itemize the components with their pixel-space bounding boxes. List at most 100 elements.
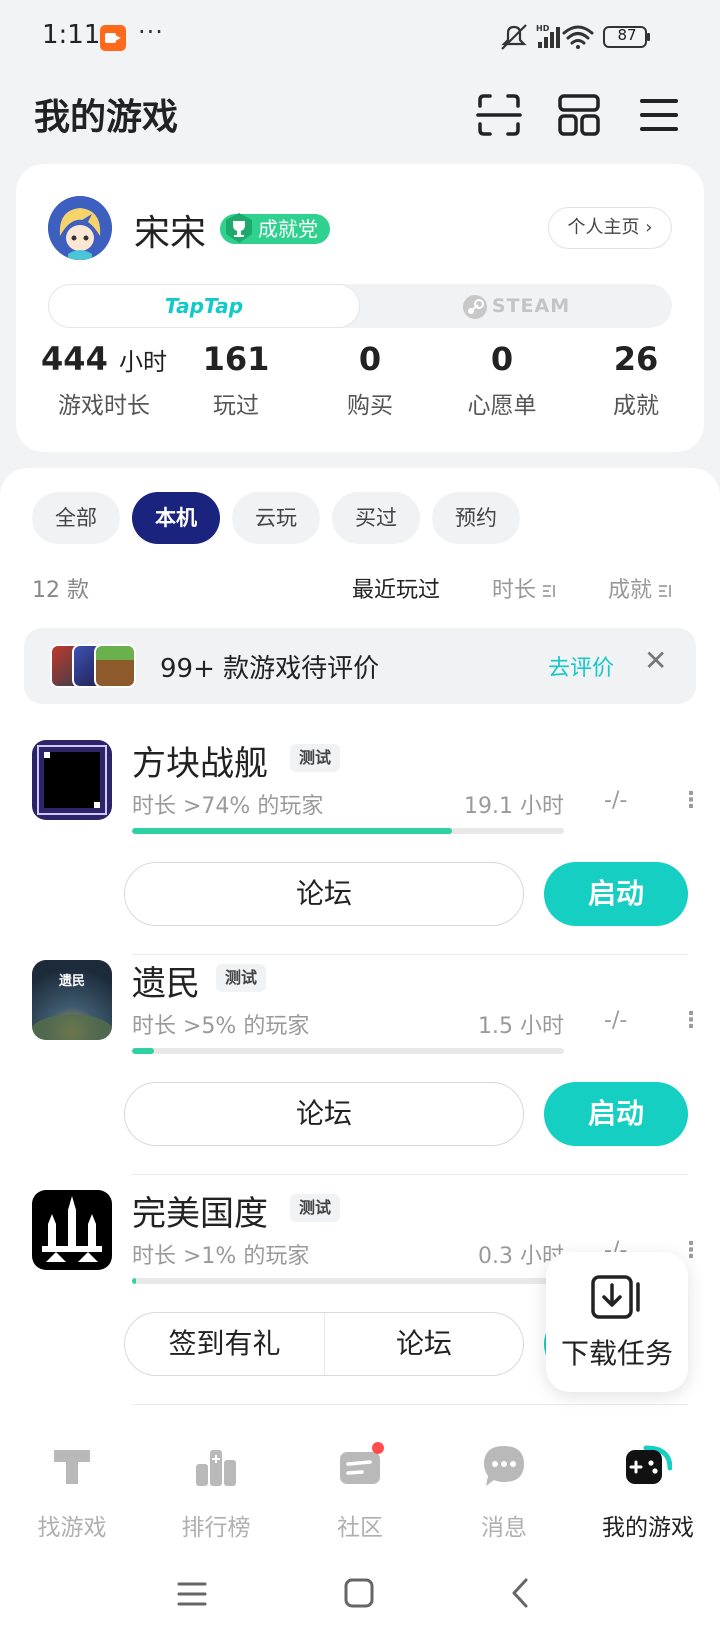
home-icon[interactable] bbox=[342, 1576, 376, 1610]
avatar[interactable] bbox=[48, 196, 112, 260]
steam-icon bbox=[462, 294, 487, 319]
stat-play-time[interactable]: 444 小时 游戏时长 bbox=[36, 340, 172, 420]
nav-label: 我的游戏 bbox=[602, 1515, 694, 1541]
filter-chip-cloud[interactable]: 云玩 bbox=[232, 492, 320, 544]
game-percentile: 时长 >5% 的玩家 bbox=[132, 1014, 310, 1039]
game-item: 方块战舰 测试 时长 >74% 的玩家 19.1 小时 -/- ⋮ 论坛 启动 bbox=[0, 740, 720, 970]
divider bbox=[132, 954, 688, 955]
game-percentile: 时长 >1% 的玩家 bbox=[132, 1244, 310, 1269]
launch-button[interactable]: 启动 bbox=[544, 1082, 688, 1146]
svg-text:HD: HD bbox=[536, 24, 550, 33]
nav-label: 消息 bbox=[481, 1515, 527, 1541]
download-icon bbox=[591, 1275, 640, 1319]
sort-icon bbox=[543, 585, 556, 597]
sort-achievement-label: 成就 bbox=[608, 578, 653, 603]
find-game-icon bbox=[54, 1450, 90, 1484]
game-title[interactable]: 方块战舰 bbox=[132, 736, 268, 785]
trophy-icon bbox=[226, 213, 252, 243]
tab-taptap[interactable]: TapTap bbox=[48, 284, 360, 328]
filter-chip-reserved[interactable]: 预约 bbox=[432, 492, 520, 544]
sort-recent[interactable]: 最近玩过 bbox=[352, 572, 440, 604]
nav-ranking[interactable]: 排行榜 bbox=[144, 1424, 288, 1560]
more-options-icon[interactable]: ⋮ bbox=[680, 788, 702, 813]
checkin-gift-button[interactable]: 签到有礼 bbox=[124, 1312, 324, 1376]
nav-label: 找游戏 bbox=[37, 1515, 107, 1541]
stat-value: 0 bbox=[358, 340, 382, 378]
stat-label: 成就 bbox=[613, 393, 659, 419]
message-icon bbox=[484, 1446, 524, 1486]
game-percentile: 时长 >74% 的玩家 bbox=[132, 794, 324, 819]
game-tag: 测试 bbox=[216, 964, 267, 992]
status-bar: 1:11 ··· HD 87 bbox=[0, 0, 720, 76]
my-games-icon bbox=[626, 1445, 672, 1484]
platform-toggle: TapTap STEAM bbox=[48, 284, 672, 328]
bottom-navigation: 找游戏 排行榜 社区 消息 我的游戏 bbox=[0, 1424, 720, 1560]
game-tag: 测试 bbox=[290, 1194, 341, 1222]
stat-value: 161 bbox=[202, 340, 270, 378]
nav-my-games[interactable]: 我的游戏 bbox=[576, 1424, 720, 1560]
game-icon-text: 遗民 bbox=[58, 974, 85, 989]
go-review-link[interactable]: 去评价 bbox=[548, 650, 614, 682]
nav-label: 社区 bbox=[337, 1515, 383, 1541]
scan-icon[interactable] bbox=[476, 92, 522, 138]
game-hours: 0.3 小时 bbox=[478, 1244, 564, 1269]
playtime-progress-fill bbox=[132, 1278, 137, 1284]
filter-chip-bought[interactable]: 买过 bbox=[332, 492, 420, 544]
stat-unit: 小时 bbox=[118, 348, 167, 376]
playtime-progress bbox=[132, 828, 564, 834]
download-tasks-button[interactable]: 下载任务 bbox=[546, 1252, 688, 1392]
filter-chip-local[interactable]: 本机 bbox=[132, 492, 220, 544]
playtime-progress-fill bbox=[132, 828, 452, 834]
stat-purchased[interactable]: 0 购买 bbox=[310, 340, 430, 420]
game-thumb bbox=[94, 644, 136, 688]
stat-played[interactable]: 161 玩过 bbox=[176, 340, 296, 420]
review-banner-text: 99+ 款游戏待评价 bbox=[160, 654, 380, 684]
game-score: -/- bbox=[604, 788, 628, 813]
filter-chip-all[interactable]: 全部 bbox=[32, 492, 120, 544]
sort-duration-label: 时长 bbox=[492, 578, 537, 603]
achievement-badge[interactable]: 成就党 bbox=[220, 213, 330, 244]
sort-achievement[interactable]: 成就 bbox=[608, 572, 672, 604]
game-title[interactable]: 完美国度 bbox=[132, 1186, 268, 1235]
personal-homepage-button[interactable]: 个人主页 › bbox=[548, 207, 672, 249]
screen-record-icon bbox=[100, 25, 126, 51]
game-icon[interactable] bbox=[32, 740, 112, 820]
mute-icon bbox=[501, 24, 527, 50]
signal-icon: HD bbox=[536, 24, 560, 48]
launch-button[interactable]: 启动 bbox=[544, 862, 688, 926]
sort-duration[interactable]: 时长 bbox=[492, 572, 556, 604]
stat-label: 心愿单 bbox=[467, 393, 537, 419]
review-banner[interactable]: 99+ 款游戏待评价 去评价 ✕ bbox=[24, 628, 696, 704]
nav-community[interactable]: 社区 bbox=[288, 1424, 432, 1560]
recent-apps-icon[interactable] bbox=[176, 1578, 208, 1610]
status-time: 1:11 bbox=[42, 20, 101, 50]
game-score: -/- bbox=[604, 1008, 628, 1033]
stat-label: 玩过 bbox=[213, 393, 259, 419]
tab-steam[interactable]: STEAM bbox=[360, 284, 672, 328]
system-navigation-bar bbox=[0, 1560, 720, 1640]
menu-icon[interactable] bbox=[636, 92, 682, 138]
more-options-icon[interactable]: ⋮ bbox=[680, 1238, 702, 1263]
stat-wishlist[interactable]: 0 心愿单 bbox=[442, 340, 562, 420]
game-title[interactable]: 遗民 bbox=[132, 956, 200, 1005]
stat-value: 444 bbox=[41, 340, 108, 378]
back-icon[interactable] bbox=[506, 1576, 536, 1610]
page-title: 我的游戏 bbox=[34, 97, 179, 138]
forum-button[interactable]: 论坛 bbox=[124, 862, 524, 926]
forum-button[interactable]: 论坛 bbox=[124, 1082, 524, 1146]
sort-icon bbox=[659, 585, 672, 597]
game-hours: 1.5 小时 bbox=[478, 1014, 564, 1039]
library-grid-icon[interactable] bbox=[556, 92, 602, 138]
community-icon bbox=[340, 1442, 384, 1484]
nav-messages[interactable]: 消息 bbox=[432, 1424, 576, 1560]
stat-achievements[interactable]: 26 成就 bbox=[576, 340, 696, 420]
nav-find-game[interactable]: 找游戏 bbox=[0, 1424, 144, 1560]
close-icon[interactable]: ✕ bbox=[644, 644, 667, 677]
game-hours: 19.1 小时 bbox=[464, 794, 564, 819]
playtime-progress bbox=[132, 1278, 564, 1284]
forum-button[interactable]: 论坛 bbox=[324, 1312, 524, 1376]
stat-value: 26 bbox=[613, 340, 659, 378]
game-icon[interactable] bbox=[32, 1190, 112, 1270]
more-options-icon[interactable]: ⋮ bbox=[680, 1008, 702, 1033]
game-icon[interactable]: 遗民 bbox=[32, 960, 112, 1040]
